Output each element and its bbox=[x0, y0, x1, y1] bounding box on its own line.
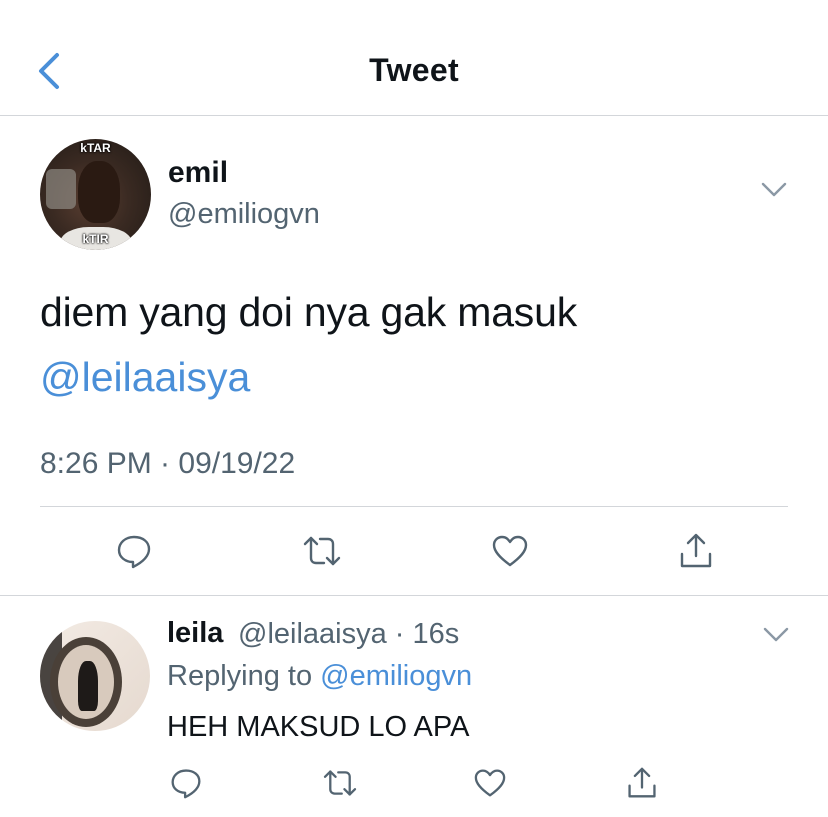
reply-text: HEH MAKSUD LO APA bbox=[167, 711, 470, 743]
reply-icon bbox=[117, 535, 151, 569]
avatar-background bbox=[46, 169, 76, 209]
divider bbox=[40, 506, 788, 507]
page-title: Tweet bbox=[369, 52, 459, 88]
reply-more-options-button[interactable] bbox=[762, 626, 790, 649]
heart-icon bbox=[474, 769, 506, 797]
avatar[interactable] bbox=[40, 621, 150, 731]
chevron-down-icon bbox=[763, 627, 789, 642]
reply-icon bbox=[171, 769, 201, 799]
reply-button[interactable] bbox=[114, 527, 154, 575]
reply-reply-button[interactable] bbox=[166, 763, 206, 803]
reply-like-button[interactable] bbox=[470, 763, 510, 803]
replying-to-label: Replying to bbox=[167, 660, 321, 692]
avatar-caption-top: kTAR bbox=[80, 141, 111, 155]
avatar-person bbox=[78, 661, 98, 711]
avatar[interactable]: kTAR kTIR bbox=[40, 139, 151, 250]
author-handle[interactable]: @emiliogvn bbox=[168, 198, 320, 231]
avatar-caption-bottom: kTIR bbox=[82, 232, 109, 246]
avatar-face bbox=[78, 161, 120, 223]
retweet-icon bbox=[303, 536, 341, 566]
author-display-name[interactable]: emil bbox=[168, 156, 228, 190]
like-button[interactable] bbox=[490, 527, 530, 575]
reply-retweet-button[interactable] bbox=[320, 763, 360, 803]
top-bar: Tweet bbox=[0, 0, 828, 116]
reply-share-button[interactable] bbox=[622, 763, 662, 803]
mention-link[interactable]: @leilaaisya bbox=[40, 354, 250, 401]
retweet-button[interactable] bbox=[302, 527, 342, 575]
tweet-text: diem yang doi nya gak masuk bbox=[40, 289, 578, 335]
share-icon bbox=[680, 533, 712, 568]
main-tweet: kTAR kTIR emil @emiliogvn diem yang doi … bbox=[0, 117, 828, 596]
more-options-button[interactable] bbox=[760, 181, 788, 204]
heart-icon bbox=[492, 535, 528, 567]
reply-author-display-name[interactable]: leila bbox=[167, 617, 223, 650]
replying-to: Replying to @emiliogvn bbox=[167, 660, 472, 693]
tweet-timestamp: 8:26 PM · 09/19/22 bbox=[40, 447, 296, 480]
retweet-icon bbox=[323, 770, 357, 796]
share-button[interactable] bbox=[676, 527, 716, 575]
chevron-down-icon bbox=[761, 182, 787, 197]
reply-tweet[interactable]: leila @leilaaisya · 16s Replying to @emi… bbox=[0, 597, 828, 817]
replying-to-mention[interactable]: @emiliogvn bbox=[320, 660, 472, 692]
share-icon bbox=[628, 767, 656, 798]
reply-author-handle[interactable]: @leilaaisya · 16s bbox=[238, 618, 459, 651]
